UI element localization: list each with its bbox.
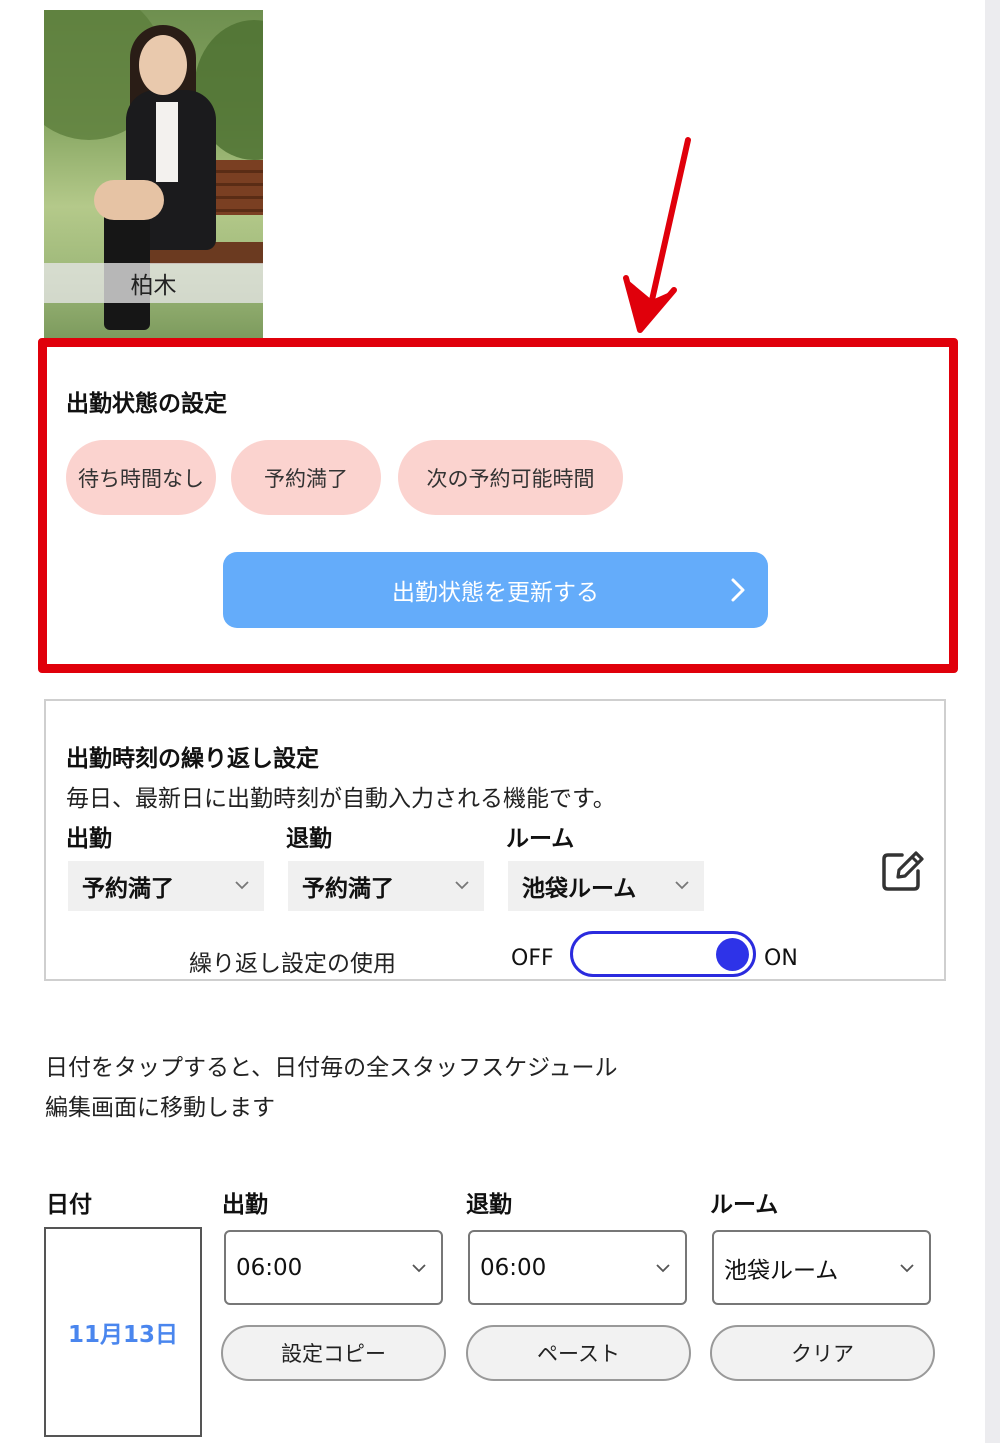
repeat-end-select[interactable]: 予約満了 [288, 861, 484, 911]
chevron-down-icon [656, 1264, 670, 1273]
status-option-no-wait[interactable]: 待ち時間なし [66, 440, 216, 515]
repeat-room-label: ルーム [506, 826, 575, 852]
schedule-date-cell[interactable]: 11月13日 [44, 1227, 202, 1437]
repeat-end-label: 退勤 [286, 826, 332, 852]
schedule-info-text: 日付をタップすると、日付毎の全スタッフスケジュール 編集画面に移動します [45, 1048, 617, 1128]
repeat-start-select[interactable]: 予約満了 [68, 861, 264, 911]
photo-knee [94, 180, 164, 220]
chevron-down-icon [675, 881, 689, 890]
chevron-down-icon [900, 1264, 914, 1273]
schedule-start-select[interactable]: 06:00 [224, 1230, 443, 1305]
toggle-knob [716, 938, 749, 971]
chevron-down-icon [412, 1264, 426, 1273]
staff-name: 柏木 [44, 263, 263, 303]
repeat-room-value: 池袋ルーム [522, 876, 637, 902]
repeat-start-label: 出勤 [66, 826, 112, 852]
schedule-start-header: 出勤 [222, 1192, 268, 1218]
toggle-on-label: ON [764, 946, 798, 971]
chevron-down-icon [455, 881, 469, 890]
repeat-settings-card: 出勤時刻の繰り返し設定 毎日、最新日に出勤時刻が自動入力される機能です。 出勤 … [44, 699, 946, 981]
repeat-use-label: 繰り返し設定の使用 [189, 951, 396, 977]
repeat-settings-title: 出勤時刻の繰り返し設定 [66, 746, 319, 772]
repeat-room-select[interactable]: 池袋ルーム [508, 861, 704, 911]
copy-settings-button[interactable]: 設定コピー [221, 1325, 446, 1381]
schedule-info-line: 日付をタップすると、日付毎の全スタッフスケジュール [45, 1055, 618, 1081]
edit-icon[interactable] [880, 847, 926, 893]
repeat-end-value: 予約満了 [302, 876, 394, 902]
photo-face [139, 35, 187, 95]
schedule-room-value: 池袋ルーム [724, 1257, 839, 1284]
status-settings-title: 出勤状態の設定 [66, 391, 227, 417]
schedule-start-value: 06:00 [236, 1254, 303, 1281]
schedule-end-value: 06:00 [480, 1254, 547, 1281]
schedule-end-select[interactable]: 06:00 [468, 1230, 687, 1305]
update-status-button[interactable]: 出勤状態を更新する [223, 552, 768, 628]
toggle-off-label: OFF [511, 946, 554, 971]
schedule-room-select[interactable]: 池袋ルーム [712, 1230, 931, 1305]
page: 柏木 出勤状態の設定 待ち時間なし 予約満了 次の予約可能時間 出勤状態を更新す… [0, 0, 985, 1443]
repeat-start-value: 予約満了 [82, 876, 174, 902]
repeat-settings-description: 毎日、最新日に出勤時刻が自動入力される機能です。 [66, 786, 616, 812]
status-settings-card: 出勤状態の設定 待ち時間なし 予約満了 次の予約可能時間 出勤状態を更新する [38, 338, 958, 673]
schedule-date-header: 日付 [46, 1192, 92, 1218]
schedule-end-header: 退勤 [466, 1192, 512, 1218]
chevron-right-icon [731, 578, 745, 602]
chevron-down-icon [235, 881, 249, 890]
status-option-fully-booked[interactable]: 予約満了 [231, 440, 381, 515]
status-option-next-available[interactable]: 次の予約可能時間 [398, 440, 623, 515]
schedule-info-line: 編集画面に移動します [45, 1095, 275, 1121]
clear-button[interactable]: クリア [710, 1325, 935, 1381]
schedule-room-header: ルーム [710, 1192, 779, 1218]
photo-shirt [156, 102, 178, 182]
scrollbar[interactable] [985, 0, 1000, 1443]
arrow-down-icon [623, 137, 691, 333]
staff-photo[interactable]: 柏木 [44, 10, 263, 338]
schedule-date-label: 11月13日 [67, 1322, 178, 1348]
paste-button[interactable]: ペースト [466, 1325, 691, 1381]
update-status-label: 出勤状態を更新する [392, 580, 599, 606]
repeat-toggle[interactable] [570, 931, 756, 977]
